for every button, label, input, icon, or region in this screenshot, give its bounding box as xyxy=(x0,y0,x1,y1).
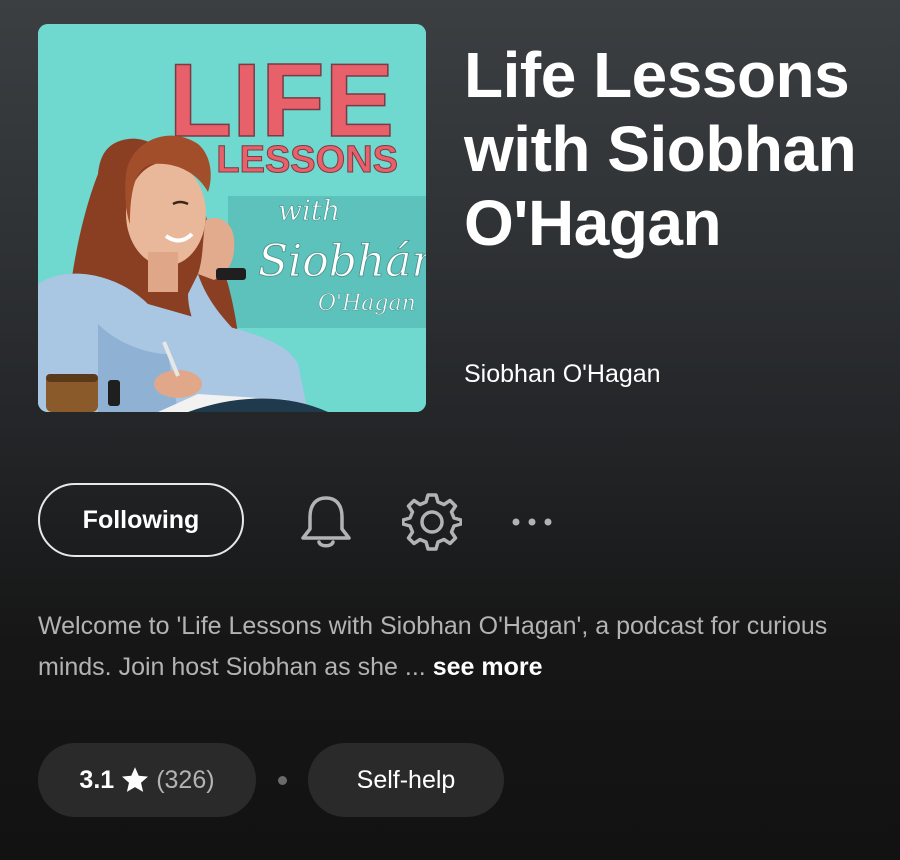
genre-chip[interactable]: Self-help xyxy=(308,743,504,817)
more-options-button[interactable] xyxy=(506,500,558,544)
see-more-link[interactable]: see more xyxy=(433,653,543,681)
settings-button[interactable] xyxy=(400,490,464,554)
bell-icon xyxy=(301,496,351,548)
cover-script-with: with xyxy=(278,194,340,227)
notifications-button[interactable] xyxy=(296,492,356,552)
following-button[interactable]: Following xyxy=(38,483,244,557)
cover-script-name: Siobhán xyxy=(258,236,426,287)
cover-script-surname: O'Hagan xyxy=(318,291,416,316)
separator-dot xyxy=(278,776,287,785)
gear-icon xyxy=(402,493,462,551)
podcast-author[interactable]: Siobhan O'Hagan xyxy=(464,360,661,389)
podcast-description: Welcome to 'Life Lessons with Siobhan O'… xyxy=(38,606,868,688)
cover-title-lessons: LESSONS xyxy=(216,139,398,181)
rating-value: 3.1 xyxy=(79,765,115,794)
podcast-cover-art: LIFE LESSONS with Siobhán O'Hagan xyxy=(38,24,426,412)
rating-chip[interactable]: 3.1 (326) xyxy=(38,743,256,817)
rating-count: (326) xyxy=(156,765,215,794)
podcast-title: Life Lessons with Siobhan O'Hagan xyxy=(464,39,857,259)
more-horizontal-icon xyxy=(512,518,552,526)
star-icon xyxy=(122,767,149,792)
